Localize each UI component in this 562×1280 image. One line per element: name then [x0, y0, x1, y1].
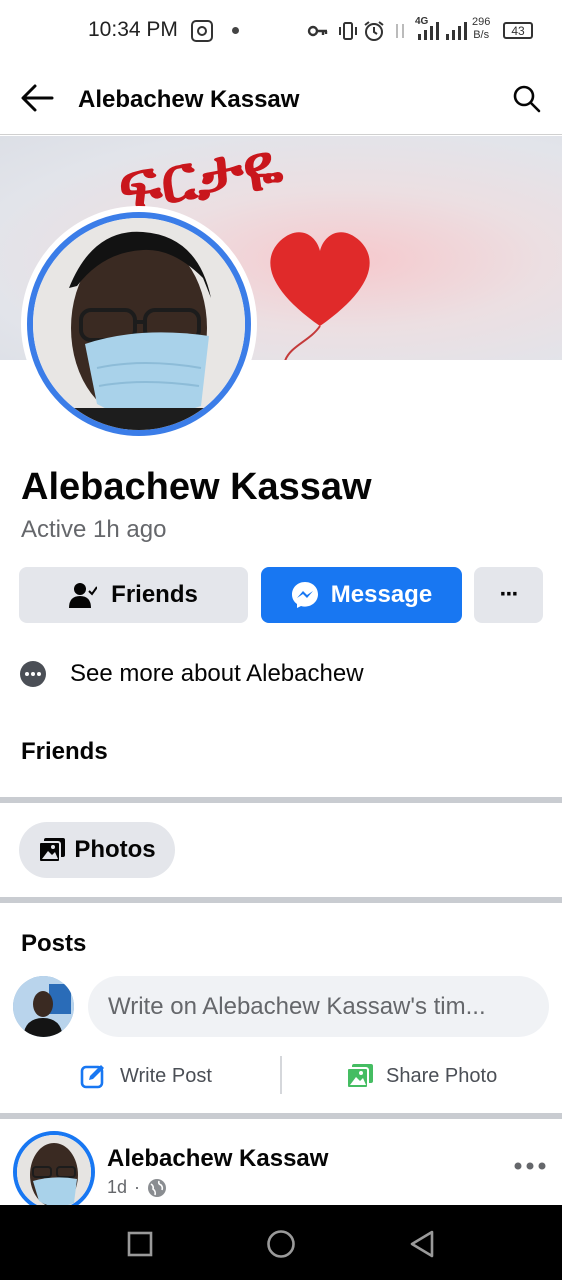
network-speed-value: 296 [472, 16, 491, 28]
top-app-bar: Alebachew Kassaw [0, 62, 562, 135]
vpn-key-icon [307, 25, 328, 37]
see-more-about-row[interactable]: See more about Alebachew [20, 652, 540, 696]
author-photo-icon [17, 1135, 91, 1209]
home-icon[interactable] [266, 1229, 296, 1259]
post-author-name[interactable]: Alebachew Kassaw [107, 1145, 328, 1173]
post-composer-input[interactable]: Write on Alebachew Kassaw's tim... [88, 976, 549, 1037]
gallery-app-icon [191, 20, 213, 42]
write-post-button[interactable]: Write Post [80, 1056, 212, 1096]
profile-avatar[interactable] [27, 212, 251, 436]
signal-strength-2-icon [446, 22, 467, 40]
photos-icon [38, 838, 66, 863]
user-photo-icon [13, 976, 74, 1037]
posts-section-title: Posts [21, 930, 87, 957]
section-divider [0, 1113, 562, 1119]
globe-icon [148, 1178, 167, 1197]
alarm-icon [364, 21, 384, 41]
person-check-icon [69, 583, 98, 608]
composer-avatar [13, 976, 74, 1037]
person-photo-icon [33, 218, 245, 430]
post-time: 1d [107, 1177, 128, 1197]
section-divider [0, 897, 562, 903]
edit-icon [80, 1065, 104, 1089]
notification-dot-icon [232, 27, 239, 34]
meta-separator: · [134, 1177, 141, 1197]
active-status: Active 1h ago [21, 516, 167, 543]
photo-icon [346, 1064, 373, 1089]
friends-section-title: Friends [21, 738, 108, 765]
recent-apps-icon[interactable] [127, 1231, 153, 1257]
signal-strength-icon [418, 22, 439, 40]
section-divider [0, 797, 562, 803]
message-button[interactable]: Message [261, 567, 462, 623]
page-title: Alebachew Kassaw [78, 86, 300, 113]
friends-button[interactable]: Friends [19, 567, 248, 623]
more-options-button[interactable]: ··· [474, 567, 543, 623]
battery-level: 43 [511, 23, 525, 38]
write-post-label: Write Post [120, 1064, 212, 1087]
back-arrow-icon[interactable] [20, 82, 54, 114]
vibrate-icon [339, 22, 357, 40]
profile-name: Alebachew Kassaw [21, 466, 372, 508]
search-icon[interactable] [512, 84, 542, 114]
post-author-avatar[interactable] [13, 1131, 95, 1213]
share-photo-label: Share Photo [386, 1064, 498, 1087]
more-info-icon [20, 661, 46, 687]
status-bar: 10:34 PM 4G 296 B/s 43 [0, 0, 562, 62]
back-nav-icon[interactable] [408, 1229, 436, 1259]
share-photo-button[interactable]: Share Photo [346, 1056, 497, 1096]
more-options-icon: ··· [499, 581, 520, 608]
message-button-label: Message [330, 581, 433, 608]
post-meta: 1d · [107, 1177, 167, 1198]
photos-button[interactable]: Photos [19, 822, 175, 878]
system-navigation-bar [0, 1205, 562, 1280]
action-separator [280, 1056, 282, 1094]
photos-button-label: Photos [74, 836, 156, 863]
battery-icon: 43 [503, 22, 533, 39]
messenger-icon [291, 582, 318, 608]
friends-button-label: Friends [111, 581, 198, 608]
post-options-icon[interactable] [512, 1156, 548, 1176]
see-more-about-label: See more about Alebachew [70, 660, 364, 687]
network-speed-unit: B/s [473, 29, 490, 41]
data-transfer-icon [396, 24, 404, 38]
heart-icon [270, 232, 370, 360]
network-speed: 296 B/s [472, 16, 490, 42]
status-time: 10:34 PM [88, 18, 178, 41]
